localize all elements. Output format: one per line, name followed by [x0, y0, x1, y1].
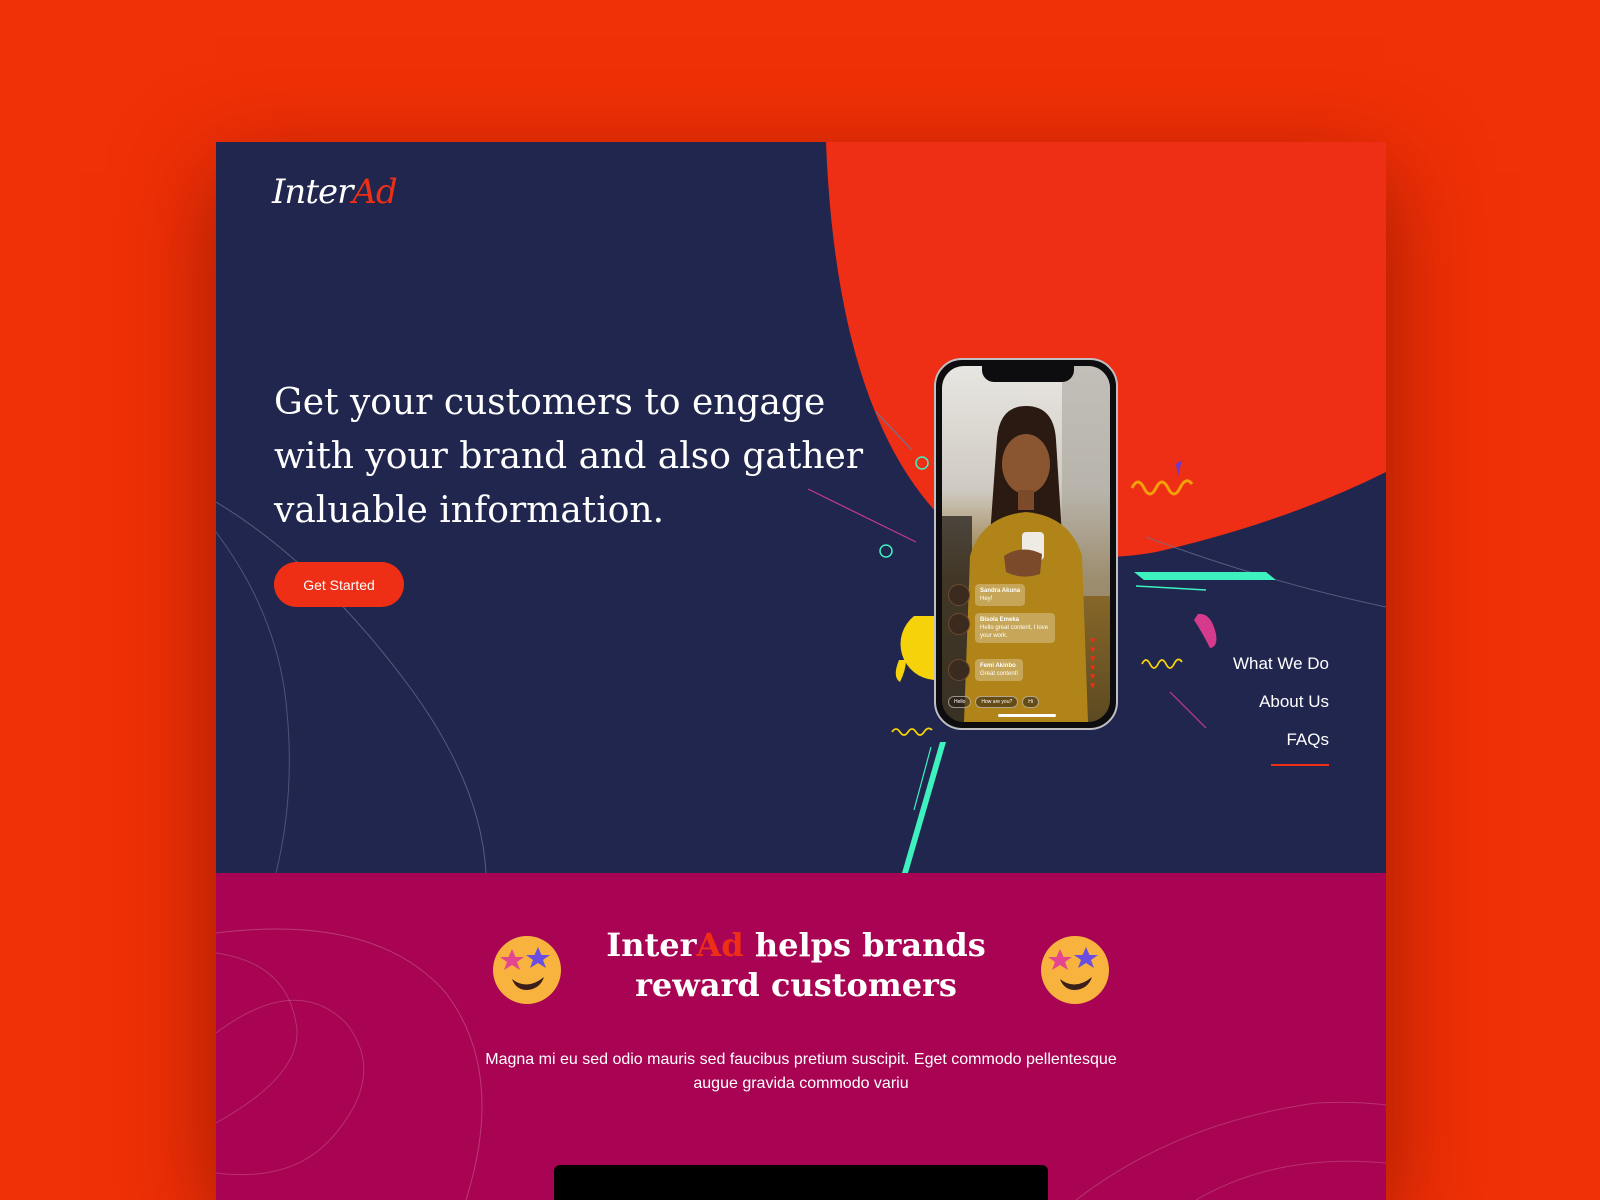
- logo[interactable]: InterAd: [272, 172, 398, 212]
- hearts-icon: ♥ ♥ ♥ ♥ ♥ ♥: [1090, 635, 1096, 690]
- phone-screen: Sandra Akuna Hey! Bisola Emeka Hello gre…: [942, 366, 1110, 722]
- confetti-ring: [879, 544, 893, 558]
- avatar: [948, 659, 970, 681]
- nav-item-faqs[interactable]: FAQs: [1233, 730, 1329, 750]
- comment-bubble: Bisola Emeka Hello great content, I love…: [975, 613, 1055, 643]
- thin-curve-line: [216, 999, 365, 1176]
- avatar: [948, 613, 970, 635]
- nav-item-about-us[interactable]: About Us: [1233, 692, 1329, 712]
- squiggle: [891, 727, 933, 736]
- confetti-line: [1169, 691, 1207, 729]
- hero-section: InterAd Get your customers to engage wit…: [216, 142, 1386, 873]
- thin-curve-line: [216, 952, 298, 1124]
- title-brand-inter: Inter: [606, 926, 697, 964]
- thin-curve-line: [216, 501, 487, 873]
- confetti-piece: [895, 660, 906, 682]
- comment-text: Hey!: [980, 596, 993, 602]
- comment-author: Femi Akinbo: [980, 663, 1016, 669]
- thin-curve-line: [216, 928, 483, 1200]
- get-started-button[interactable]: Get Started: [274, 562, 404, 607]
- section-decoration: [216, 928, 1386, 1200]
- phone-mockup: Sandra Akuna Hey! Bisola Emeka Hello gre…: [934, 358, 1118, 730]
- reward-section: InterAd helps brands reward customers Ma…: [216, 873, 1386, 1200]
- chat-comment: Sandra Akuna Hey!: [948, 584, 1026, 606]
- avatar: [948, 584, 970, 606]
- home-indicator: [998, 714, 1056, 717]
- quick-reply-chip[interactable]: Hi: [1022, 696, 1039, 708]
- teal-bar: [1134, 572, 1276, 580]
- star-struck-emoji-icon: [1041, 936, 1109, 1004]
- teal-bar: [902, 742, 946, 873]
- video-player[interactable]: [554, 1165, 1048, 1200]
- quick-reply-chip[interactable]: How are you?: [975, 696, 1019, 708]
- chat-comment: Bisola Emeka Hello great content, I love…: [948, 613, 1055, 643]
- comment-bubble: Femi Akinbo Great content!: [975, 659, 1024, 681]
- hero-headline: Get your customers to engage with your b…: [274, 382, 864, 531]
- comment-author: Sandra Akuna: [980, 588, 1021, 594]
- landing-page-frame: InterAd Get your customers to engage wit…: [216, 142, 1386, 1200]
- confetti-line: [1135, 585, 1207, 591]
- nav-item-what-we-do[interactable]: What We Do: [1233, 654, 1329, 674]
- thin-curve-line: [1195, 1160, 1386, 1200]
- section-body-text: Magna mi eu sed odio mauris sed faucibus…: [485, 1051, 1117, 1092]
- comment-author: Bisola Emeka: [980, 617, 1020, 623]
- comment-bubble: Sandra Akuna Hey!: [975, 584, 1026, 606]
- side-nav: What We Do About Us FAQs: [1233, 654, 1329, 768]
- section-title: InterAd helps brands reward customers: [596, 925, 996, 1005]
- squiggle: [1141, 658, 1183, 669]
- comment-text: Great content!: [980, 671, 1019, 677]
- quick-replies: Hello How are you? Hi: [948, 696, 1039, 708]
- quick-reply-chip[interactable]: Hello: [948, 696, 972, 708]
- chat-comment: Femi Akinbo Great content!: [948, 659, 1024, 681]
- yellow-half-circle: [900, 616, 934, 680]
- title-brand-ad: Ad: [696, 926, 744, 964]
- thin-curve-line: [1075, 1101, 1386, 1200]
- phone-notch: [982, 366, 1074, 382]
- star-struck-emoji-icon: [493, 936, 561, 1004]
- nav-active-underline: [1271, 764, 1329, 766]
- logo-text-ad: Ad: [352, 172, 397, 212]
- logo-text-inter: Inter: [272, 172, 353, 212]
- pink-blob: [1194, 613, 1217, 648]
- comment-text: Hello great content, I love your work.: [980, 625, 1049, 639]
